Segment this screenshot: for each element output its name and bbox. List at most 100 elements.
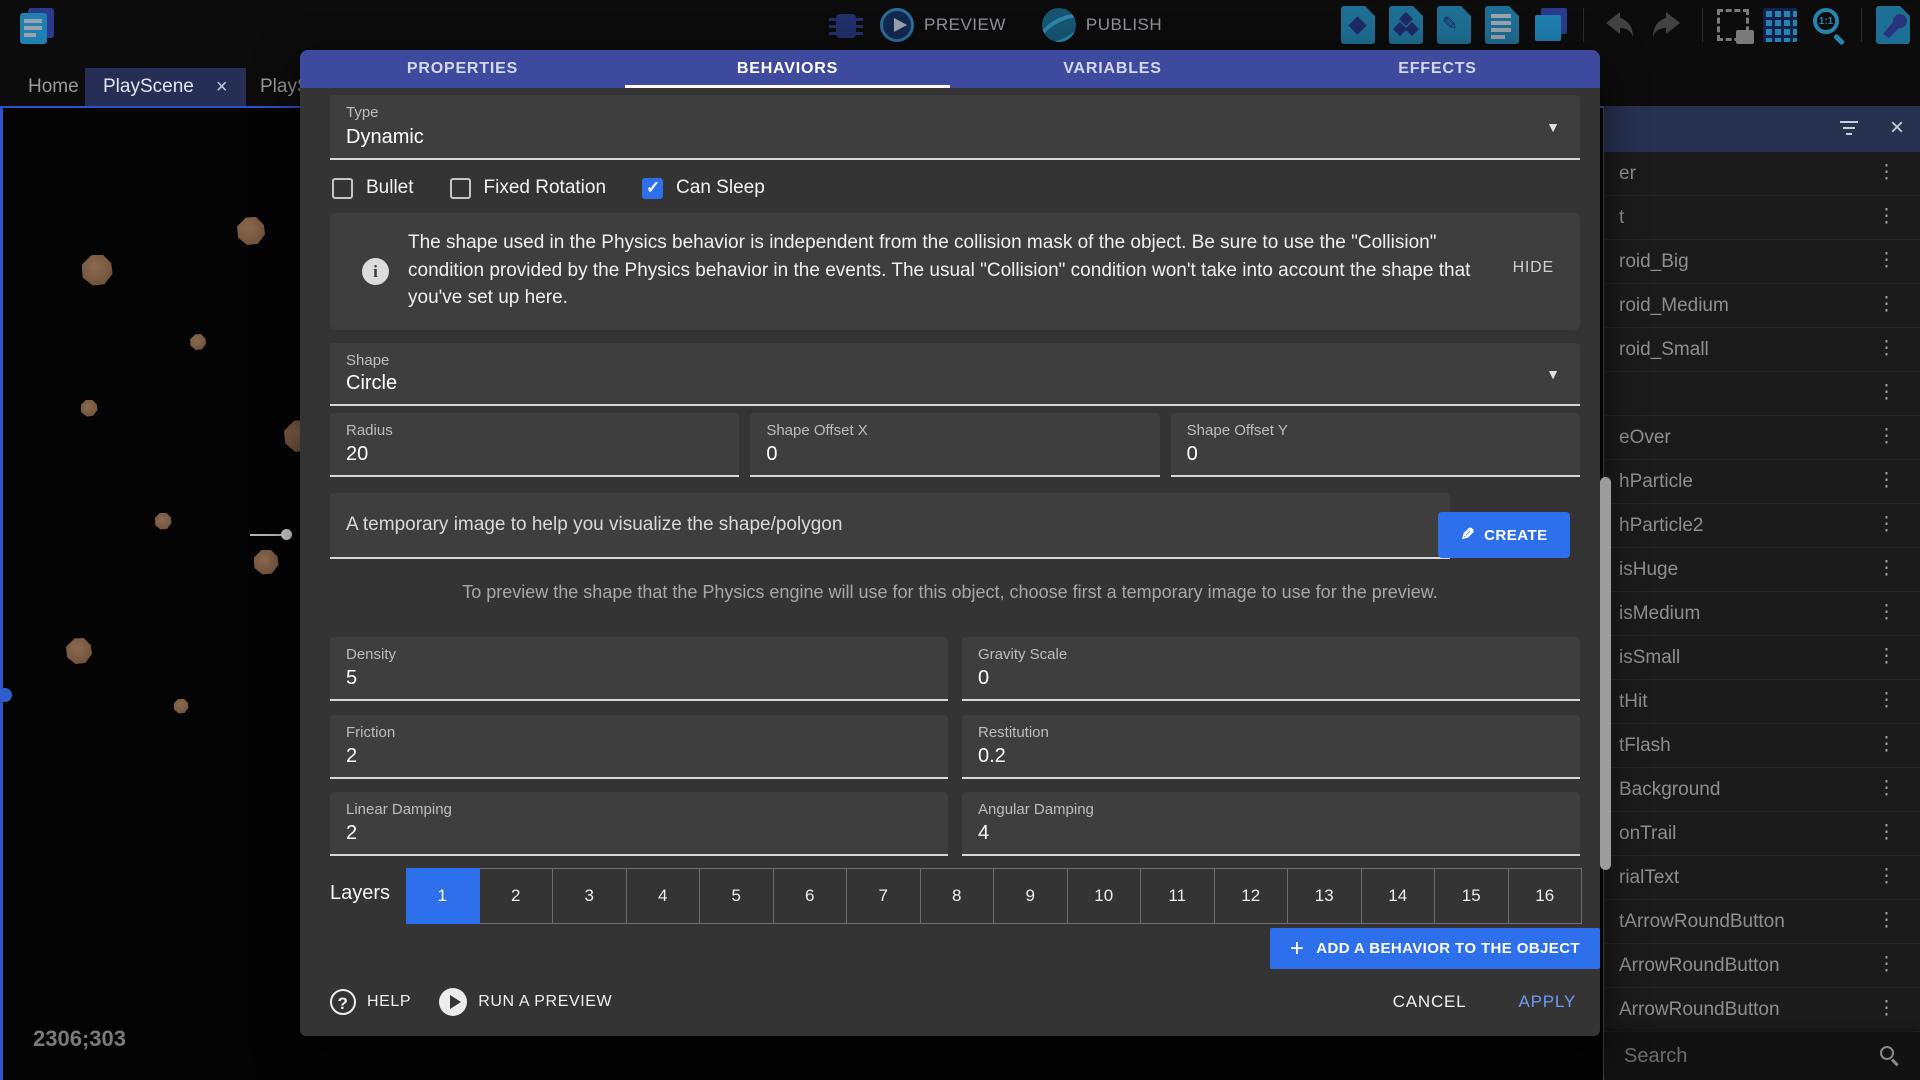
asteroid-sprite[interactable]	[155, 513, 172, 530]
object-list-item[interactable]: tFlash ⋮	[1604, 724, 1920, 768]
checkbox[interactable]: ✓ Bullet	[332, 177, 414, 199]
layer-button[interactable]: 11	[1141, 868, 1215, 924]
publish-button[interactable]: PUBLISH	[1086, 15, 1162, 35]
zoom-original-icon[interactable]: 1:1	[1811, 6, 1847, 44]
kebab-menu-icon[interactable]: ⋮	[1877, 865, 1896, 888]
kebab-menu-icon[interactable]: ⋮	[1877, 601, 1896, 624]
asteroid-sprite[interactable]	[82, 255, 113, 286]
edit-scene-icon[interactable]: ✎	[1437, 6, 1471, 44]
object-list-item[interactable]: hParticle ⋮	[1604, 460, 1920, 504]
objects-groups-icon[interactable]	[1389, 6, 1423, 44]
layer-button[interactable]: 3	[553, 868, 627, 924]
kebab-menu-icon[interactable]: ⋮	[1877, 689, 1896, 712]
close-panel-icon[interactable]: ×	[1890, 114, 1904, 142]
kebab-menu-icon[interactable]: ⋮	[1877, 645, 1896, 668]
asteroid-sprite[interactable]	[66, 638, 92, 664]
linear-damping-field[interactable]: Linear Damping 2	[330, 792, 948, 856]
debug-icon[interactable]	[828, 8, 864, 42]
layer-button[interactable]: 5	[700, 868, 774, 924]
export-object-icon[interactable]	[1341, 6, 1375, 44]
object-list-item[interactable]: hParticle2 ⋮	[1604, 504, 1920, 548]
layer-button[interactable]: 4	[627, 868, 701, 924]
layer-button[interactable]: 7	[847, 868, 921, 924]
object-list-item[interactable]: er ⋮	[1604, 152, 1920, 196]
object-list-item[interactable]: ArrowRoundButton ⋮	[1604, 988, 1920, 1032]
objects-search-bar[interactable]: Search	[1604, 1034, 1920, 1080]
kebab-menu-icon[interactable]: ⋮	[1877, 777, 1896, 800]
tab-playscene[interactable]: PlayScene ×	[85, 68, 246, 106]
checkbox-box[interactable]: ✓	[450, 178, 471, 199]
close-tab-icon[interactable]: ×	[216, 76, 228, 99]
asteroid-sprite[interactable]	[190, 334, 206, 350]
scene-properties-wrench-icon[interactable]	[1876, 6, 1910, 44]
angular-damping-field[interactable]: Angular Damping 4	[962, 792, 1580, 856]
asteroid-sprite[interactable]	[81, 400, 98, 417]
object-list-item[interactable]: eOver ⋮	[1604, 416, 1920, 460]
layer-button[interactable]: 9	[994, 868, 1068, 924]
object-list-item[interactable]: tHit ⋮	[1604, 680, 1920, 724]
deselect-instances-icon[interactable]	[1717, 9, 1749, 41]
layer-button[interactable]: 1	[406, 868, 480, 924]
canvas-edge-handle[interactable]	[0, 688, 12, 702]
layer-button[interactable]: 15	[1435, 868, 1509, 924]
kebab-menu-icon[interactable]: ⋮	[1877, 953, 1896, 976]
object-list-item[interactable]: roid_Big ⋮	[1604, 240, 1920, 284]
density-field[interactable]: Density 5	[330, 637, 948, 701]
object-list-item[interactable]: roid_Small ⋮	[1604, 328, 1920, 372]
kebab-menu-icon[interactable]: ⋮	[1877, 425, 1896, 448]
layer-button[interactable]: 8	[921, 868, 995, 924]
asteroid-sprite[interactable]	[254, 550, 279, 575]
object-list-item[interactable]: Background ⋮	[1604, 768, 1920, 812]
friction-field[interactable]: Friction 2	[330, 715, 948, 779]
object-list-item[interactable]: t ⋮	[1604, 196, 1920, 240]
object-list-item[interactable]: isMedium ⋮	[1604, 592, 1920, 636]
layer-button[interactable]: 6	[774, 868, 848, 924]
kebab-menu-icon[interactable]: ⋮	[1877, 161, 1896, 184]
kebab-menu-icon[interactable]: ⋮	[1877, 513, 1896, 536]
object-list-item[interactable]: isHuge ⋮	[1604, 548, 1920, 592]
restitution-field[interactable]: Restitution 0.2	[962, 715, 1580, 779]
hide-button[interactable]: HIDE	[1513, 259, 1554, 277]
create-button[interactable]: ✎ CREATE	[1438, 512, 1570, 558]
filter-icon[interactable]	[1840, 121, 1858, 139]
object-list-item[interactable]: isSmall ⋮	[1604, 636, 1920, 680]
checkbox-box[interactable]: ✓	[332, 178, 353, 199]
shape-select[interactable]: Shape Circle ▼	[330, 343, 1580, 406]
checkbox[interactable]: ✓ Fixed Rotation	[450, 177, 607, 199]
temp-image-field[interactable]: A temporary image to help you visualize …	[330, 493, 1450, 559]
grid-icon[interactable]	[1763, 8, 1797, 42]
kebab-menu-icon[interactable]: ⋮	[1877, 469, 1896, 492]
publish-globe-icon[interactable]	[1042, 8, 1076, 42]
kebab-menu-icon[interactable]: ⋮	[1877, 381, 1896, 404]
kebab-menu-icon[interactable]: ⋮	[1877, 557, 1896, 580]
object-list-item[interactable]: rialText ⋮	[1604, 856, 1920, 900]
dialog-tab[interactable]: VARIABLES	[950, 50, 1275, 88]
layer-button[interactable]: 2	[480, 868, 554, 924]
kebab-menu-icon[interactable]: ⋮	[1877, 997, 1896, 1020]
layers-icon[interactable]	[1533, 6, 1569, 44]
dialog-tab[interactable]: BEHAVIORS	[625, 50, 950, 88]
kebab-menu-icon[interactable]: ⋮	[1877, 337, 1896, 360]
kebab-menu-icon[interactable]: ⋮	[1877, 205, 1896, 228]
selection-handle-dot[interactable]	[281, 529, 292, 540]
asteroid-sprite[interactable]	[174, 699, 189, 714]
radius-field[interactable]: Radius 20	[330, 413, 739, 477]
add-behavior-button[interactable]: + ADD A BEHAVIOR TO THE OBJECT	[1270, 928, 1600, 969]
preview-button[interactable]: PREVIEW	[924, 15, 1006, 35]
kebab-menu-icon[interactable]: ⋮	[1877, 909, 1896, 932]
layer-button[interactable]: 14	[1362, 868, 1436, 924]
redo-icon[interactable]	[1650, 8, 1688, 42]
checkbox[interactable]: ✓ Can Sleep	[642, 177, 765, 199]
layer-button[interactable]: 16	[1509, 868, 1583, 924]
layer-button[interactable]: 10	[1068, 868, 1142, 924]
kebab-menu-icon[interactable]: ⋮	[1877, 821, 1896, 844]
cancel-button[interactable]: CANCEL	[1393, 992, 1467, 1012]
layer-button[interactable]: 13	[1288, 868, 1362, 924]
checkbox-box[interactable]: ✓	[642, 178, 663, 199]
asteroid-sprite[interactable]	[237, 217, 265, 245]
type-select[interactable]: Type Dynamic ▼	[330, 95, 1580, 160]
gravity-scale-field[interactable]: Gravity Scale 0	[962, 637, 1580, 701]
project-manager-icon[interactable]	[16, 6, 58, 51]
tab-home[interactable]: Home	[10, 68, 97, 106]
kebab-menu-icon[interactable]: ⋮	[1877, 733, 1896, 756]
